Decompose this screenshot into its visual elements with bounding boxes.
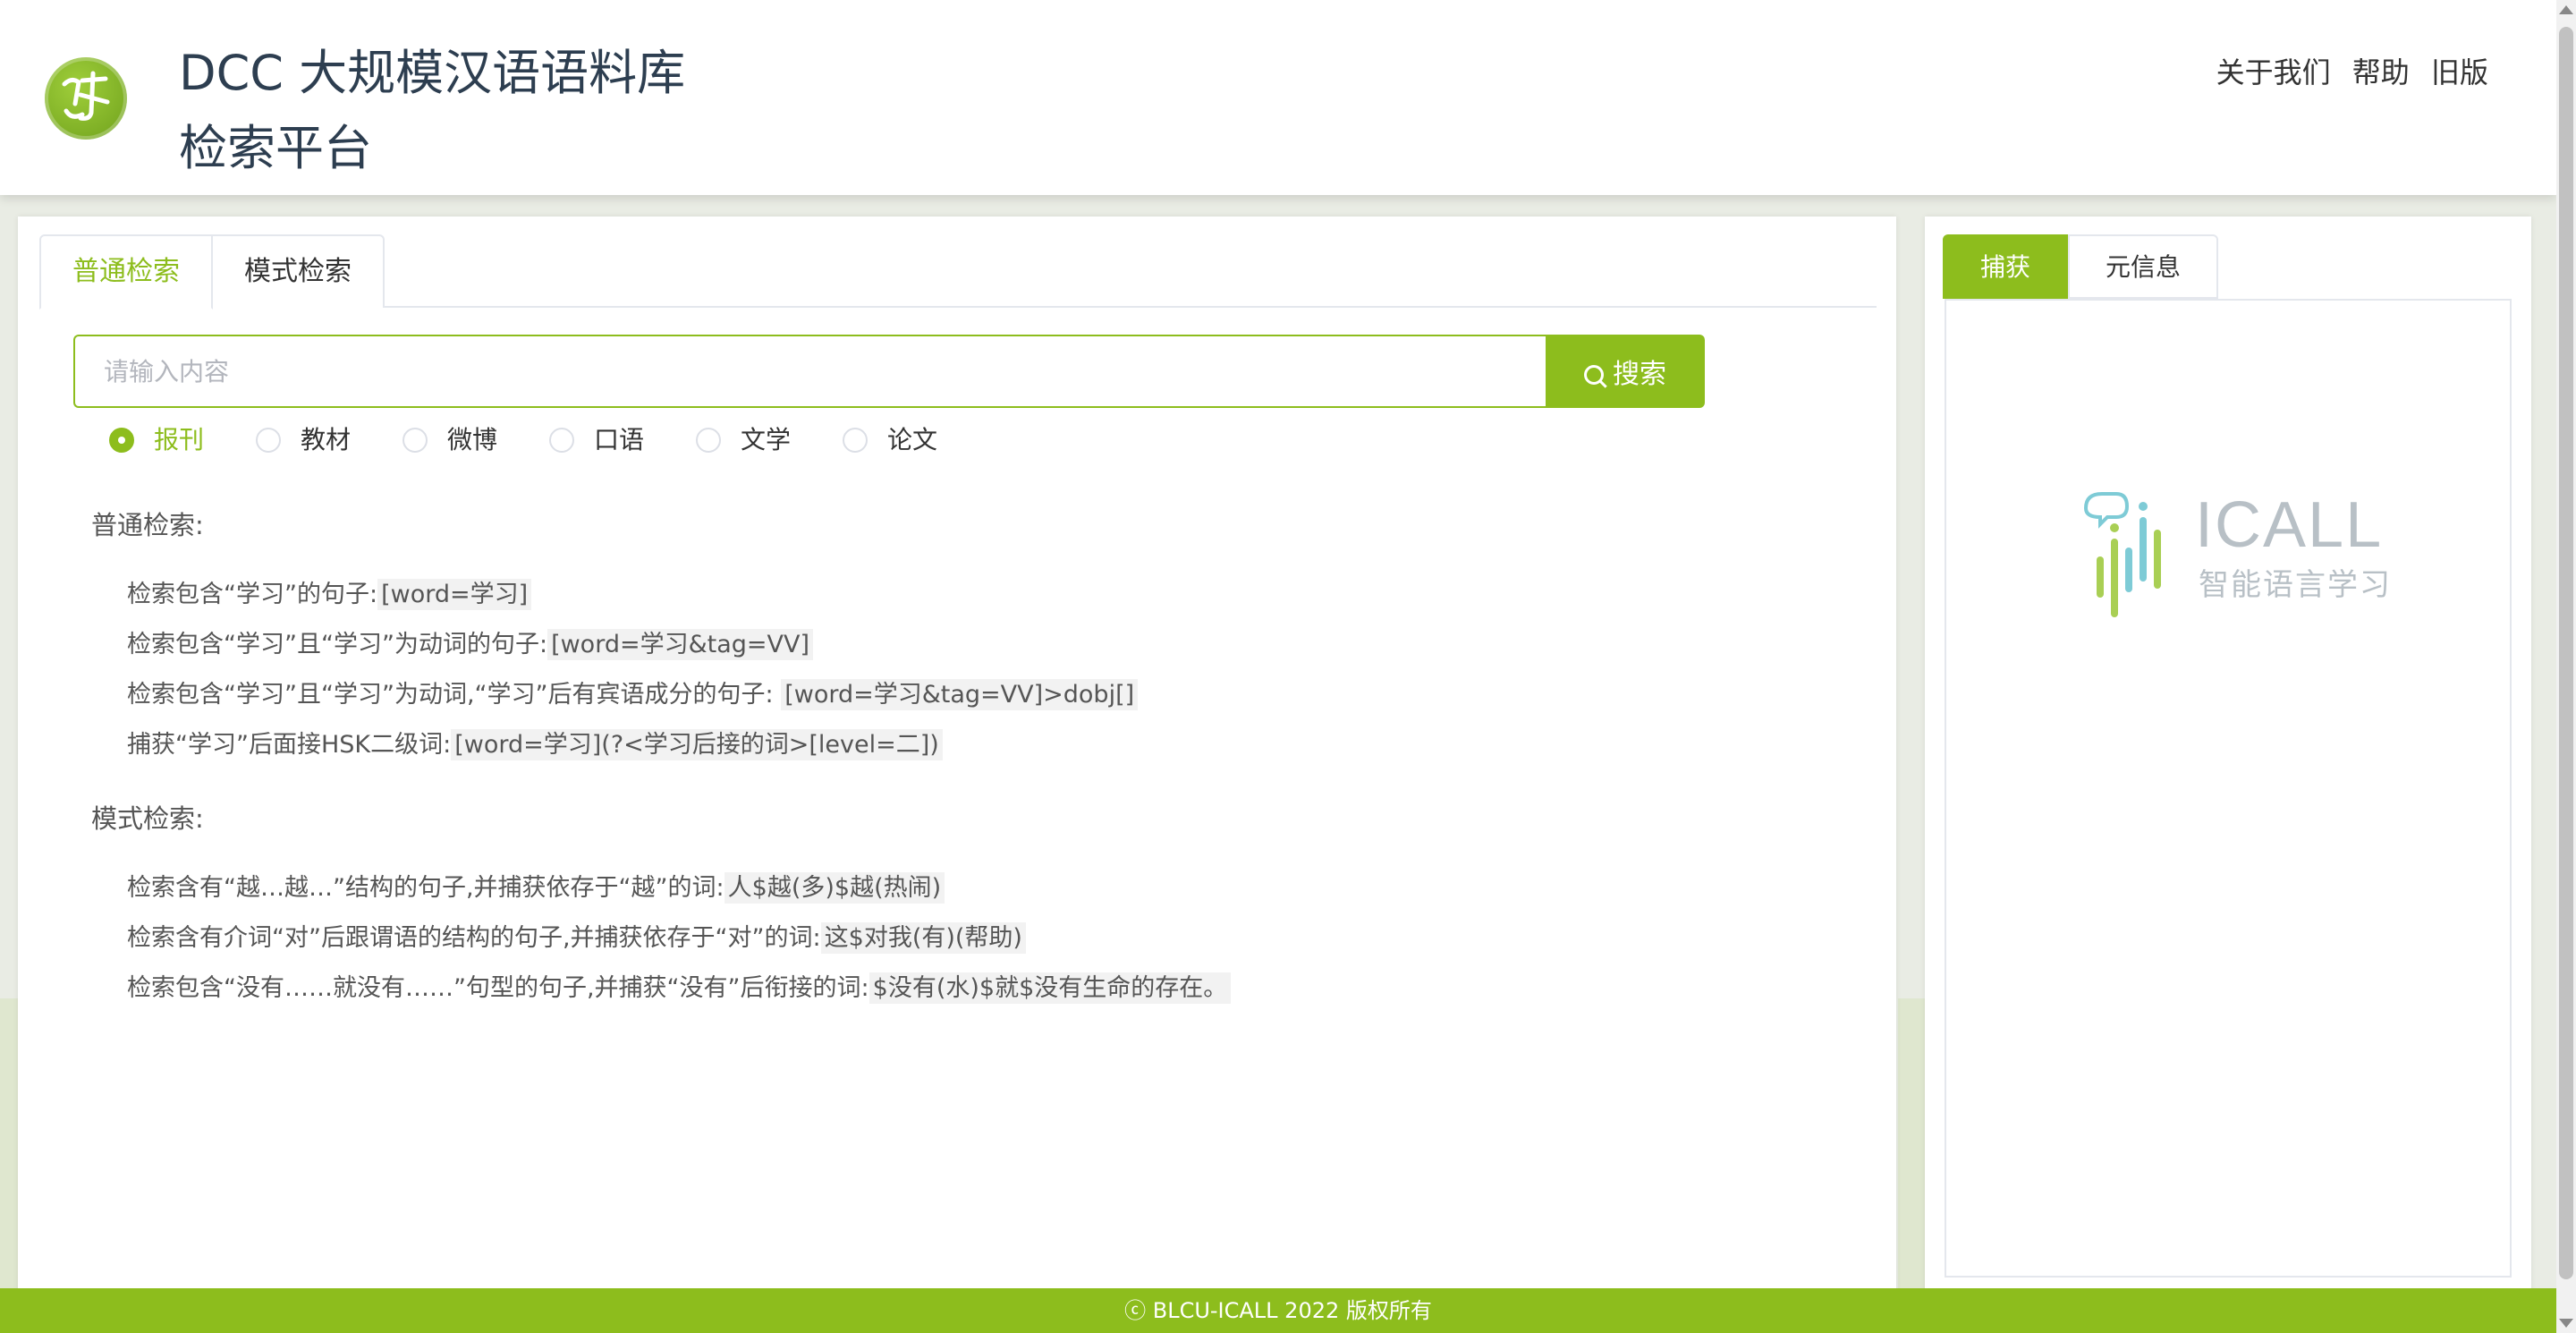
- example-description: 检索含有介词“对”后跟谓语的结构的句子,并捕获依存于“对”的词:: [127, 924, 821, 952]
- example-description: 检索包含“学习”的句子:: [127, 581, 378, 608]
- example-query[interactable]: [word=学习](?<学习后接的词>[level=二]): [451, 729, 943, 760]
- example-item: 检索含有“越…越…”结构的句子,并捕获依存于“越”的词: 人$越(多)$越(热闹): [127, 868, 945, 904]
- search-panel: 普通检索 模式检索 搜索 报刊 教材 微博 口语 文学 论文 普通检索: 检索包…: [18, 217, 1896, 1333]
- pattern-search-heading: 模式检索:: [91, 803, 204, 834]
- example-description: 检索包含“学习”且“学习”为动词的句子:: [127, 631, 548, 658]
- example-item: 检索包含“没有……就没有……”句型的句子,并捕获“没有”后衔接的词: $没有(水)…: [127, 968, 1232, 1004]
- radio-spoken[interactable]: 口语: [549, 422, 644, 458]
- radio-unchecked-icon: [402, 428, 428, 453]
- tab-normal-search[interactable]: 普通检索: [39, 234, 213, 310]
- scroll-down-icon[interactable]: [2559, 1319, 2573, 1328]
- search-input[interactable]: [73, 335, 1546, 408]
- search-button-label: 搜索: [1613, 359, 1666, 390]
- radio-label: 论文: [887, 425, 938, 454]
- icall-logo-icon: [2083, 492, 2161, 617]
- page-scrollbar[interactable]: [2556, 0, 2576, 1333]
- site-footer: ⓒ BLCU-ICALL 2022 版权所有: [0, 1288, 2556, 1333]
- radio-label: 报刊: [154, 425, 205, 454]
- nav-about-link[interactable]: 关于我们: [2216, 55, 2331, 89]
- capture-panel: 捕获 元信息 ICALL 智能语言学习: [1925, 217, 2531, 1333]
- scroll-up-icon[interactable]: [2559, 5, 2573, 14]
- example-item: 检索含有介词“对”后跟谓语的结构的句子,并捕获依存于“对”的词: 这$对我(有)(…: [127, 918, 1026, 954]
- example-query[interactable]: 这$对我(有)(帮助): [820, 922, 1026, 954]
- example-description: 捕获“学习”后面接HSK二级词:: [127, 731, 452, 759]
- nav-old-version-link[interactable]: 旧版: [2431, 55, 2488, 89]
- icall-logo-subtitle: 智能语言学习: [2199, 567, 2392, 603]
- background-decoration: [0, 998, 18, 1294]
- search-icon: [1584, 365, 1604, 385]
- example-item: 检索包含“学习”的句子: [word=学习]: [127, 574, 532, 610]
- radio-label: 微博: [447, 425, 498, 454]
- example-query[interactable]: [word=学习]: [377, 579, 532, 610]
- radio-literature[interactable]: 文学: [696, 422, 791, 458]
- radio-unchecked-icon: [256, 428, 281, 453]
- site-title-line1: DCC 大规模汉语语料库: [179, 45, 686, 101]
- example-description: 检索包含“学习”且“学习”为动词,“学习”后有宾语成分的句子:: [127, 681, 774, 709]
- example-item: 检索包含“学习”且“学习”为动词,“学习”后有宾语成分的句子: [word=学习…: [127, 675, 1139, 710]
- example-description: 检索包含“没有……就没有……”句型的句子,并捕获“没有”后衔接的词:: [127, 974, 869, 1002]
- site-header: DCC 大规模汉语语料库 检索平台 关于我们 帮助 旧版: [0, 0, 2556, 195]
- example-query[interactable]: [word=学习&tag=VV]: [547, 629, 814, 660]
- top-nav: 关于我们 帮助 旧版: [2204, 50, 2488, 91]
- radio-papers[interactable]: 论文: [843, 422, 937, 458]
- radio-weibo[interactable]: 微博: [402, 422, 497, 458]
- tab-capture[interactable]: 捕获: [1943, 234, 2068, 299]
- radio-unchecked-icon: [843, 428, 868, 453]
- example-item: 捕获“学习”后面接HSK二级词: [word=学习](?<学习后接的词>[leve…: [127, 725, 943, 760]
- icall-logo: ICALL 智能语言学习: [2080, 488, 2390, 623]
- capture-content-frame: ICALL 智能语言学习: [1945, 299, 2512, 1278]
- tab-pattern-search[interactable]: 模式检索: [211, 234, 385, 308]
- search-bar: 搜索: [73, 335, 1705, 408]
- radio-newspaper[interactable]: 报刊: [109, 422, 204, 458]
- example-query[interactable]: 人$越(多)$越(热闹): [724, 872, 945, 904]
- site-title-line2: 检索平台: [179, 120, 372, 176]
- search-button[interactable]: 搜索: [1546, 335, 1705, 408]
- radio-unchecked-icon: [696, 428, 721, 453]
- radio-label: 教材: [301, 425, 352, 454]
- site-title: DCC 大规模汉语语料库 检索平台: [179, 36, 685, 186]
- radio-unchecked-icon: [549, 428, 574, 453]
- example-item: 检索包含“学习”且“学习”为动词的句子: [word=学习&tag=VV]: [127, 624, 814, 660]
- radio-checked-icon: [109, 428, 134, 453]
- background-decoration: [1898, 998, 1925, 1294]
- scroll-thumb[interactable]: [2559, 27, 2573, 1279]
- search-tabs: 普通检索 模式检索: [39, 234, 1877, 310]
- normal-search-heading: 普通检索:: [91, 510, 204, 540]
- icall-logo-text: ICALL: [2195, 489, 2384, 561]
- example-description: 检索含有“越…越…”结构的句子,并捕获依存于“越”的词:: [127, 874, 724, 902]
- radio-label: 口语: [594, 425, 645, 454]
- nav-help-link[interactable]: 帮助: [2352, 55, 2410, 89]
- radio-textbook[interactable]: 教材: [256, 422, 351, 458]
- radio-label: 文学: [741, 425, 792, 454]
- example-query[interactable]: [word=学习&tag=VV]>dobj[]: [781, 679, 1139, 710]
- example-query[interactable]: $没有(水)$就$没有生命的存在。: [869, 972, 1232, 1004]
- tab-metadata[interactable]: 元信息: [2068, 234, 2218, 299]
- site-logo-icon[interactable]: [45, 57, 127, 140]
